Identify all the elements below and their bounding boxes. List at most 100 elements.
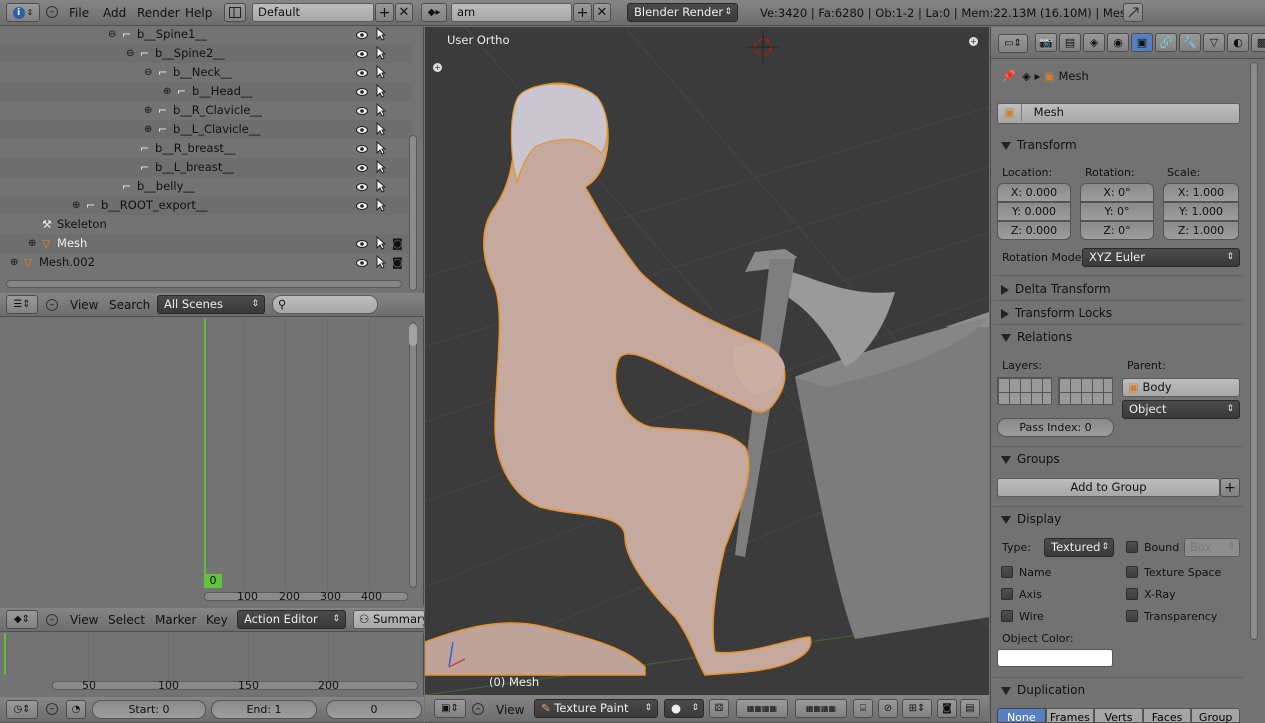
outliner-row[interactable]: ⊕ ▽ Mesh ◙ xyxy=(0,234,412,253)
properties-editor-type-button[interactable]: ▭⇕ xyxy=(998,34,1028,53)
collapse-menu-icon[interactable]: – xyxy=(472,703,484,715)
material-tab-icon[interactable]: ◐ xyxy=(1227,33,1249,52)
current-frame-marker[interactable]: 0 xyxy=(204,574,222,588)
data-tab-icon[interactable]: ▽ xyxy=(1203,33,1225,52)
expand-toggle-icon[interactable]: ⊕ xyxy=(144,101,152,120)
outliner-row[interactable]: ⊕ ▽ Mesh.002 ◙ xyxy=(0,253,412,272)
transform-panel-header[interactable]: Transform xyxy=(993,134,1243,156)
selectable-arrow-icon[interactable] xyxy=(376,121,387,136)
visibility-eye-icon[interactable] xyxy=(356,180,368,192)
rotation-y-field[interactable]: Y: 0° xyxy=(1080,202,1154,221)
outliner-row[interactable]: ⊖ ⌐ b__Spine1__ xyxy=(0,25,412,44)
transform-locks-panel-header[interactable]: Transform Locks xyxy=(993,302,1243,324)
end-frame-field[interactable]: End: 1 xyxy=(211,700,317,719)
visibility-eye-icon[interactable] xyxy=(356,161,368,173)
selectable-arrow-icon[interactable] xyxy=(376,197,387,212)
display-type-dropdown[interactable]: Textured ⇕ xyxy=(1044,538,1114,557)
screen-layout-icon[interactable] xyxy=(224,3,246,22)
bound-type-dropdown[interactable]: Box ⇕ xyxy=(1184,538,1240,557)
texture-tab-icon[interactable]: ▩ xyxy=(1251,33,1265,52)
modifiers-tab-icon[interactable]: 🔧 xyxy=(1179,33,1201,52)
bound-checkbox[interactable] xyxy=(1126,541,1138,553)
parent-type-dropdown[interactable]: Object ⇕ xyxy=(1122,400,1240,419)
screen-layout-field[interactable]: Default xyxy=(252,3,374,22)
pin-icon[interactable]: 📌 xyxy=(1001,69,1016,83)
collapse-menu-icon[interactable]: – xyxy=(46,703,58,715)
menu-file[interactable]: File xyxy=(69,6,89,20)
current-frame-line[interactable] xyxy=(4,633,6,675)
scene-icon[interactable]: ◆▸ xyxy=(421,3,447,22)
render-anim-button[interactable]: ▤ xyxy=(960,699,980,718)
outliner-row[interactable]: ⊕ ⌐ b__R_Clavicle__ xyxy=(0,101,412,120)
duplication-panel-header[interactable]: Duplication xyxy=(993,679,1243,701)
collapse-menu-icon[interactable]: – xyxy=(46,6,58,18)
outliner-view-menu[interactable]: View xyxy=(70,298,98,312)
location-z-field[interactable]: Z: 0.000 xyxy=(997,221,1071,240)
visibility-eye-icon[interactable] xyxy=(356,47,368,59)
scene-tab-icon[interactable]: ◈ xyxy=(1083,33,1105,52)
snap-target-button[interactable]: ⊞⇕ xyxy=(902,699,932,718)
render-tab-icon[interactable]: 📷 xyxy=(1035,33,1057,52)
shading-dropdown[interactable]: ● ⇕ xyxy=(664,699,704,718)
expand-toggle-icon[interactable]: ⊕ xyxy=(163,82,171,101)
selectable-arrow-icon[interactable] xyxy=(376,45,387,60)
axis-checkbox[interactable] xyxy=(1001,588,1013,600)
expand-toggle-icon[interactable]: ⊕ xyxy=(72,196,80,215)
dup-tab-none[interactable]: None xyxy=(997,708,1046,723)
layers-group-b[interactable]: ▦▦▦▦ xyxy=(795,699,847,718)
pass-index-field[interactable]: Pass Index: 0 xyxy=(997,418,1114,437)
visibility-eye-icon[interactable] xyxy=(356,85,368,97)
outliner-row[interactable]: ⊕ ⌐ b__Head__ xyxy=(0,82,412,101)
selectable-arrow-icon[interactable] xyxy=(376,64,387,79)
viewport-editor-type-button[interactable]: ▣⇕ xyxy=(434,699,466,718)
interaction-mode-dropdown[interactable]: ✎ Texture Paint ⇕ xyxy=(534,699,658,718)
selectable-arrow-icon[interactable] xyxy=(376,26,387,41)
location-y-field[interactable]: Y: 0.000 xyxy=(997,202,1071,221)
dopesheet-mode-dropdown[interactable]: Action Editor ⇕ xyxy=(237,610,346,629)
properties-shelf-toggle[interactable]: + xyxy=(969,37,978,46)
new-group-button[interactable]: + xyxy=(1220,478,1240,497)
layers-group-a[interactable]: ▦▦▦▦ xyxy=(736,699,788,718)
dopesheet-view-menu[interactable]: View xyxy=(70,613,98,627)
transparency-checkbox[interactable] xyxy=(1126,610,1138,622)
visibility-eye-icon[interactable] xyxy=(356,256,368,268)
scale-y-field[interactable]: Y: 1.000 xyxy=(1163,202,1239,221)
render-camera-button[interactable]: ◙ xyxy=(937,699,957,718)
dopesheet-key-menu[interactable]: Key xyxy=(206,613,228,627)
relations-panel-header[interactable]: Relations xyxy=(993,326,1243,348)
collapse-menu-icon[interactable]: – xyxy=(46,299,58,311)
scene-field[interactable]: am xyxy=(451,3,572,22)
dup-tab-frames[interactable]: Frames xyxy=(1045,708,1095,723)
add-to-group-button[interactable]: Add to Group xyxy=(997,478,1220,497)
timeline-editor-type-button[interactable]: ◷⇕ xyxy=(6,700,38,719)
outliner-row[interactable]: ⌐ b__L_breast__ xyxy=(0,158,412,177)
graph-scroll-thumb[interactable] xyxy=(409,324,417,346)
rotation-x-field[interactable]: X: 0° xyxy=(1080,183,1154,202)
layer-grid-b[interactable] xyxy=(1058,377,1113,405)
outliner-scrollbar[interactable] xyxy=(409,135,417,291)
dopesheet-marker-menu[interactable]: Marker xyxy=(155,613,196,627)
selectable-arrow-icon[interactable] xyxy=(376,178,387,193)
expand-toggle-icon[interactable]: ⊕ xyxy=(28,234,36,253)
menu-add[interactable]: Add xyxy=(103,6,126,20)
rotation-z-field[interactable]: Z: 0° xyxy=(1080,221,1154,240)
world-tab-icon[interactable]: ◉ xyxy=(1107,33,1129,52)
remove-scene-button[interactable]: ✕ xyxy=(593,3,611,22)
texture-space-checkbox[interactable] xyxy=(1126,566,1138,578)
expand-toggle-icon[interactable]: ⊕ xyxy=(10,253,18,272)
info-editor-type-button[interactable]: i ⇕ xyxy=(6,3,40,22)
outliner-row[interactable]: ⊕ ⌐ b__L_Clavicle__ xyxy=(0,120,412,139)
menu-help[interactable]: Help xyxy=(185,6,212,20)
rotation-mode-dropdown[interactable]: XYZ Euler ⇕ xyxy=(1082,248,1240,267)
summary-toggle[interactable]: ⚇ Summary xyxy=(353,610,425,629)
outliner-hscrollbar[interactable] xyxy=(6,280,402,288)
dopesheet-editor-type-button[interactable]: ◆⇕ xyxy=(6,610,38,629)
visibility-eye-icon[interactable] xyxy=(356,104,368,116)
viewport-view-menu[interactable]: View xyxy=(496,703,524,717)
outliner-search-input[interactable]: ⚲ xyxy=(272,295,378,314)
menu-render[interactable]: Render xyxy=(137,6,180,20)
constraints-tab-icon[interactable]: 🔗 xyxy=(1155,33,1177,52)
collapse-toggle-icon[interactable]: ⊖ xyxy=(126,44,134,63)
selectable-arrow-icon[interactable] xyxy=(376,102,387,117)
scale-z-field[interactable]: Z: 1.000 xyxy=(1163,221,1239,240)
